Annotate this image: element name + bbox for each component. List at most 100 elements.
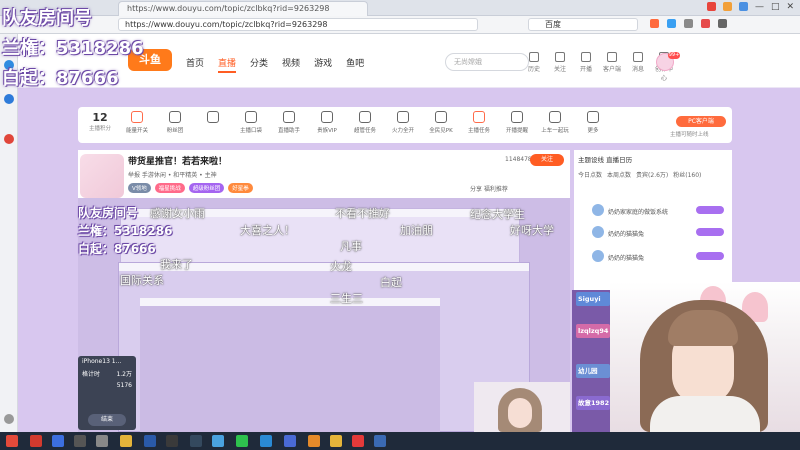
danmu-text: 加油朋 <box>400 224 433 237</box>
plugin-icon[interactable] <box>650 19 659 28</box>
nav-home[interactable]: 首页 <box>186 56 204 73</box>
chrome-icon[interactable] <box>120 435 132 447</box>
chat-user[interactable]: 故意1982 <box>576 396 610 410</box>
nav-game[interactable]: 游戏 <box>314 56 332 73</box>
browser-tab[interactable]: https://www.douyu.com/topic/zclbkq?rid=9… <box>118 1 368 16</box>
menu-icon[interactable] <box>718 19 727 28</box>
plugin-icon[interactable] <box>701 19 710 28</box>
client-icon[interactable]: 客户端 <box>602 52 622 82</box>
nav-video[interactable]: 视频 <box>282 56 300 73</box>
danmu-text: 火龙 <box>330 260 352 273</box>
wechat-icon[interactable] <box>236 435 248 447</box>
phone-title: iPhone13 1... <box>82 358 122 365</box>
url-input[interactable]: https://www.douyu.com/topic/zclbkq?rid=9… <box>118 18 478 31</box>
chat-user[interactable]: 幼儿园 <box>576 364 610 378</box>
chat-user[interactable]: lzqlzq94 <box>576 324 610 338</box>
admin-task-button[interactable]: 超管任务 <box>350 111 380 134</box>
browser-sidebar <box>0 34 18 432</box>
extension-icon[interactable] <box>706 2 716 11</box>
phone-row: 格计时 1.2万 <box>82 371 132 378</box>
app-icon[interactable] <box>144 435 156 447</box>
app-icon[interactable] <box>74 435 86 447</box>
main-nav: 首页 直播 分类 视频 游戏 鱼吧 <box>186 56 378 73</box>
minimize-icon[interactable]: — <box>755 2 764 13</box>
overlay-baiqi: 白起：87666 <box>78 242 156 256</box>
end-button[interactable]: 结束 <box>88 414 126 426</box>
app-icon[interactable] <box>330 435 342 447</box>
plugin-icon[interactable] <box>667 19 676 28</box>
app-icon[interactable] <box>352 435 364 447</box>
list-item[interactable]: 奶奶家家庭的做饭系统 <box>580 204 728 218</box>
nav-category[interactable]: 分类 <box>250 56 268 73</box>
tag[interactable]: 福星挑战 <box>154 183 185 193</box>
nav-live[interactable]: 直播 <box>218 56 237 73</box>
room-tags: V领地 福星挑战 超级粉丝团 好星拳 <box>128 183 253 193</box>
tab-label: https://www.douyu.com/topic/zclbkq?rid=9… <box>127 4 330 13</box>
gift-button[interactable] <box>198 111 228 126</box>
energy-switch-button[interactable]: 能量开关 <box>122 111 152 134</box>
pocket-button[interactable]: 主播口袋 <box>236 111 266 134</box>
danmu-text: 国际关系 <box>120 274 164 287</box>
follow-button[interactable]: 关注 <box>530 154 564 166</box>
extension-icon[interactable] <box>738 2 748 11</box>
app-icon[interactable] <box>284 435 296 447</box>
tag[interactable]: V领地 <box>128 183 151 193</box>
chat-user[interactable]: Siguyi <box>576 292 610 306</box>
add-icon[interactable] <box>4 414 14 424</box>
site-search-input[interactable]: 无尚嫦娥 <box>445 53 529 71</box>
maximize-icon[interactable]: □ <box>771 2 780 13</box>
rank-subtabs: 今日点数 本周点数 贵宾(2.6万) 粉丝(160) <box>578 170 701 179</box>
app-icon[interactable] <box>308 435 320 447</box>
rank-tab[interactable]: 贵宾(2.6万) <box>636 170 668 179</box>
follow-icon[interactable]: 关注 <box>550 52 570 82</box>
assistant-button[interactable]: 直播助手 <box>274 111 304 134</box>
rank-tab[interactable]: 今日点数 <box>578 170 602 179</box>
app-icon[interactable] <box>260 435 272 447</box>
window-controls: — □ ✕ <box>706 2 794 13</box>
list-item[interactable]: 奶奶的猫猫兔 <box>580 226 728 240</box>
close-icon[interactable]: ✕ <box>786 2 794 13</box>
start-icon[interactable] <box>6 435 18 447</box>
steam-icon[interactable] <box>190 435 202 447</box>
overlay-lanquan: 兰権：5318286 <box>2 38 144 59</box>
plugin-icon[interactable] <box>684 19 693 28</box>
rank-tab[interactable]: 粉丝(160) <box>673 170 701 179</box>
fans-group-button[interactable]: 粉丝团 <box>160 111 190 134</box>
message-icon[interactable]: 消息 <box>628 52 648 82</box>
tag[interactable]: 超级粉丝团 <box>188 183 225 193</box>
overlay-baiqi: 白起：87666 <box>2 68 119 89</box>
more-button[interactable]: 更多 <box>578 111 608 134</box>
app-icon[interactable] <box>30 435 42 447</box>
firepower-button[interactable]: 火力全开 <box>388 111 418 134</box>
remind-button[interactable]: 开播提醒 <box>502 111 532 134</box>
rank-tab[interactable]: 本周点数 <box>607 170 631 179</box>
webcam-body <box>650 396 760 436</box>
history-icon[interactable]: 历史 <box>524 52 544 82</box>
nav-yuba[interactable]: 鱼吧 <box>346 56 364 73</box>
vip-button[interactable]: 贵族VIP <box>312 111 342 134</box>
app-icon[interactable] <box>4 94 14 104</box>
app-icon[interactable] <box>212 435 224 447</box>
rank-tabs[interactable]: 主题设线 直播日历 <box>578 154 632 164</box>
search-engine-box[interactable]: 百度 <box>528 18 638 31</box>
list-item[interactable]: 奶奶的猫猫兔 <box>580 250 728 264</box>
weibo-icon[interactable] <box>4 134 14 144</box>
share-links[interactable]: 分享 福利推荐 <box>470 184 508 193</box>
broadcast-icon[interactable]: 开播 <box>576 52 596 82</box>
tag[interactable]: 好星拳 <box>228 183 253 193</box>
danmu-text: 感谢女小雨 <box>150 207 205 220</box>
pk-button[interactable]: 全民见PK <box>426 111 456 134</box>
carpool-button[interactable]: 上车一起玩 <box>540 111 570 134</box>
overlay-room-title: 队友房间号 <box>78 206 139 220</box>
app-icon[interactable] <box>166 435 178 447</box>
overlay-room-title: 队友房间号 <box>2 8 92 29</box>
host-avatar[interactable] <box>80 154 124 198</box>
danmu-text: 大喜之人！ <box>240 224 295 237</box>
app-icon[interactable] <box>52 435 64 447</box>
anchor-task-button[interactable]: 主播任务 <box>464 111 494 134</box>
app-icon[interactable] <box>374 435 386 447</box>
notification-badge: 99+ <box>668 52 680 59</box>
app-icon[interactable] <box>96 435 108 447</box>
pc-client-button[interactable]: PC客户端 <box>676 116 726 127</box>
extension-icon[interactable] <box>722 2 732 11</box>
